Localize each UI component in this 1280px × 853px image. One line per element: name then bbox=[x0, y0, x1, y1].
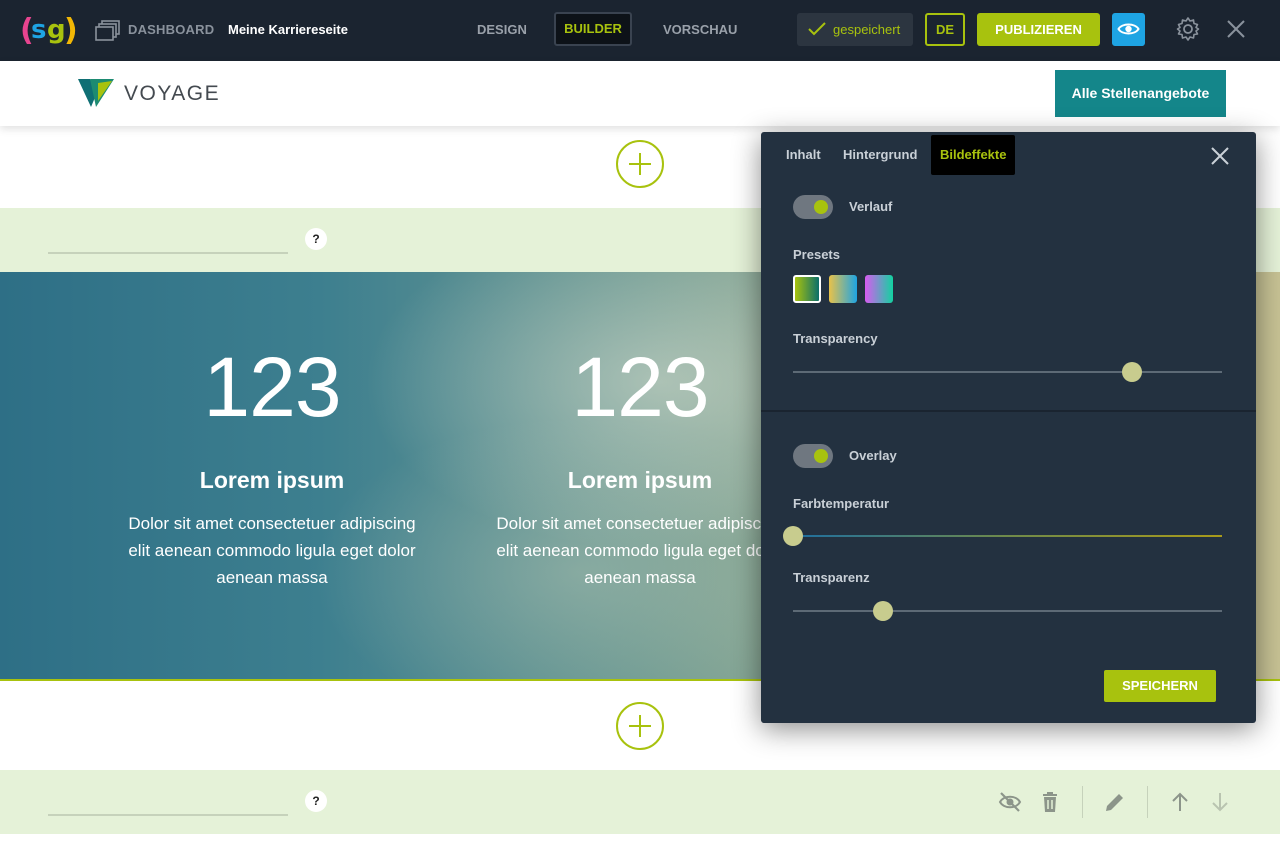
save-button[interactable]: SPEICHERN bbox=[1104, 670, 1216, 702]
transparency-slider-track[interactable] bbox=[793, 371, 1222, 373]
stat-title: Lorem ipsum bbox=[567, 467, 713, 493]
transparenz-slider-handle[interactable] bbox=[873, 601, 894, 621]
preset-swatch[interactable] bbox=[829, 275, 857, 303]
svg-text:s: s bbox=[31, 15, 46, 45]
nav-tab-preview[interactable]: VORSCHAU bbox=[663, 22, 737, 37]
toolbar-separator bbox=[1082, 786, 1083, 818]
transparency-slider-handle[interactable] bbox=[1121, 362, 1142, 382]
add-section-button[interactable] bbox=[616, 702, 664, 750]
gradient-toggle[interactable] bbox=[793, 195, 833, 219]
tab-background[interactable]: Hintergrund bbox=[843, 135, 917, 175]
stat-text: Dolor sit amet consectetuer adipiscing e… bbox=[496, 514, 784, 587]
voyage-logo-icon[interactable] bbox=[78, 77, 114, 109]
section-name-field[interactable] bbox=[48, 252, 288, 254]
stat-number: 123 bbox=[571, 340, 709, 434]
svg-text:): ) bbox=[64, 13, 76, 48]
overlay-label: Overlay bbox=[849, 448, 897, 463]
color-temperature-slider-track[interactable] bbox=[793, 535, 1222, 537]
eye-icon bbox=[1117, 23, 1140, 35]
saved-label: gespeichert bbox=[833, 22, 901, 37]
overlay-toggle[interactable] bbox=[793, 444, 833, 468]
tab-content[interactable]: Inhalt bbox=[786, 135, 821, 175]
preset-swatch[interactable] bbox=[865, 275, 893, 303]
preset-swatch[interactable] bbox=[793, 275, 821, 303]
all-jobs-button[interactable]: Alle Stellenangebote bbox=[1055, 70, 1226, 117]
close-editor-icon[interactable] bbox=[1226, 19, 1246, 39]
stat-column: 123 Lorem ipsum Dolor sit amet consectet… bbox=[102, 345, 442, 591]
gradient-label: Verlauf bbox=[849, 199, 893, 214]
svg-text:g: g bbox=[47, 15, 66, 45]
section-name-field[interactable] bbox=[48, 814, 288, 816]
top-bar: ( s g ) DASHBOARD Meine Karriereseite DE… bbox=[0, 0, 1280, 61]
edit-pencil-icon[interactable] bbox=[1103, 790, 1127, 814]
gear-icon[interactable] bbox=[1175, 16, 1201, 42]
tab-image-effects[interactable]: Bildeffekte bbox=[931, 135, 1016, 175]
brand-name: VOYAGE bbox=[124, 82, 221, 105]
trash-icon[interactable] bbox=[1038, 790, 1062, 814]
stat-title: Lorem ipsum bbox=[199, 467, 345, 493]
site-name: Meine Karriereseite bbox=[228, 22, 348, 37]
transparenz-label: Transparenz bbox=[793, 570, 870, 585]
presets-label: Presets bbox=[793, 247, 840, 262]
stat-number: 123 bbox=[203, 340, 341, 434]
stat-text: Dolor sit amet consectetuer adipiscing e… bbox=[128, 514, 416, 587]
arrow-up-icon[interactable] bbox=[1168, 790, 1192, 814]
help-icon[interactable]: ? bbox=[305, 228, 327, 250]
dashboard-icon[interactable] bbox=[95, 19, 121, 41]
stat-column: 123 Lorem ipsum Dolor sit amet consectet… bbox=[470, 345, 810, 591]
check-icon bbox=[808, 22, 826, 36]
arrow-down-icon[interactable] bbox=[1208, 790, 1232, 814]
transparency-label: Transparency bbox=[793, 331, 878, 346]
color-temperature-slider-handle[interactable] bbox=[783, 526, 803, 546]
publish-button[interactable]: PUBLIZIEREN bbox=[977, 13, 1100, 46]
app-logo-icon[interactable]: ( s g ) bbox=[20, 10, 76, 50]
saved-status: gespeichert bbox=[797, 13, 913, 46]
panel-divider bbox=[761, 410, 1256, 412]
add-section-button[interactable] bbox=[616, 140, 664, 188]
close-panel-icon[interactable] bbox=[1209, 145, 1231, 167]
nav-tab-design[interactable]: DESIGN bbox=[477, 22, 527, 37]
image-effects-panel: Inhalt Hintergrund Bildeffekte Verlauf P… bbox=[761, 132, 1256, 723]
color-temperature-label: Farbtemperatur bbox=[793, 496, 890, 511]
section-toolbar: ? bbox=[0, 770, 1280, 834]
preview-button[interactable] bbox=[1112, 13, 1145, 46]
toolbar-separator bbox=[1147, 786, 1148, 818]
help-icon[interactable]: ? bbox=[305, 790, 327, 812]
hide-section-icon[interactable] bbox=[998, 790, 1022, 814]
site-header: VOYAGE Alle Stellenangebote bbox=[0, 61, 1280, 126]
transparenz-slider-track[interactable] bbox=[793, 610, 1222, 612]
nav-tab-builder[interactable]: BUILDER bbox=[554, 12, 632, 46]
language-button[interactable]: DE bbox=[925, 13, 965, 46]
dashboard-link[interactable]: DASHBOARD bbox=[128, 22, 214, 37]
